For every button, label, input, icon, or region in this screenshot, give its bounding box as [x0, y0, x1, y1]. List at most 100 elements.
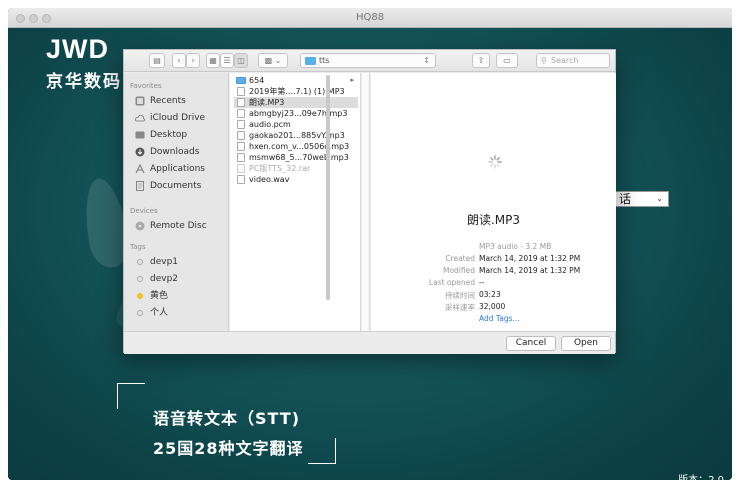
sidebar-item-label: Recents	[150, 96, 186, 106]
desktop-icon	[135, 131, 145, 139]
open-button[interactable]: Open	[561, 336, 611, 351]
loading-spinner-icon	[488, 155, 502, 169]
file-name: PC版TTS_32.rar	[249, 164, 311, 173]
tag-button[interactable]: ▭	[496, 53, 518, 68]
column-view-button[interactable]: ◫	[234, 53, 248, 68]
dialog-footer: Cancel Open	[124, 331, 615, 354]
file-name: hxen.com_v...0506c.mp3	[249, 142, 350, 151]
sidebar-item-downloads[interactable]: Downloads	[132, 145, 199, 159]
file-row[interactable]: video.wav	[234, 174, 358, 185]
title-bar: HQ88	[8, 8, 732, 28]
duration-label: 持续时间	[445, 291, 475, 300]
window-title: HQ88	[355, 12, 385, 23]
dialog-toolbar: ▤ ‹ › ▦ ☰ ◫ ▩ ⌄ tts ↕ ⇧ ▭ ⚲ Search	[124, 50, 615, 72]
icon-view-button[interactable]: ▦	[206, 53, 220, 68]
file-icon	[237, 98, 245, 107]
created-label: Created	[445, 254, 475, 263]
sidebar-item-label: 黄色	[150, 291, 169, 301]
file-name: abmgbyj23...09e7h.mp3	[249, 109, 348, 118]
file-icon	[237, 120, 245, 129]
file-row[interactable]: gaokao201...885vY.mp3	[234, 130, 358, 141]
sidebar-item-label: Documents	[150, 181, 202, 191]
sidebar-item-documents[interactable]: Documents	[132, 179, 201, 193]
last-opened-value: --	[479, 278, 485, 287]
sidebar-item-icloud[interactable]: iCloud Drive	[132, 111, 205, 125]
file-icon	[237, 87, 245, 96]
tag-dot-icon	[137, 276, 143, 282]
file-name: 2019年第....7.1) (1).MP3	[249, 87, 345, 96]
file-row[interactable]: 2019年第....7.1) (1).MP3	[234, 86, 358, 97]
tags-header: Tags	[130, 243, 146, 251]
search-icon: ⚲	[541, 56, 547, 65]
tag-dot-icon	[137, 310, 143, 316]
sidebar-tag-devp2[interactable]: devp2	[132, 272, 178, 286]
sample-rate-value: 32,000	[479, 302, 506, 311]
sidebar-tag-personal[interactable]: 个人	[132, 306, 168, 320]
preview-filename: 朗读.MP3	[466, 213, 521, 227]
dialog-sidebar: Favorites Recents iCloud Drive Desktop D…	[124, 73, 229, 331]
updown-icon: ↕	[423, 56, 430, 65]
file-name: audio.pcm	[249, 120, 291, 129]
file-row-selected[interactable]: 朗读.MP3	[234, 97, 358, 108]
disclosure-arrow-icon: ▸	[350, 76, 354, 84]
file-row-disabled: PC版TTS_32.rar	[234, 163, 358, 174]
file-row[interactable]: abmgbyj23...09e7h.mp3	[234, 108, 358, 119]
sidebar-item-remote-disc[interactable]: Remote Disc	[132, 219, 207, 233]
tag-dot-icon	[137, 293, 143, 299]
search-field[interactable]: ⚲ Search	[536, 53, 610, 68]
language-select-value: 话	[619, 192, 632, 206]
chevron-down-icon: ⌄	[656, 194, 663, 203]
brand-logo: JWD	[46, 34, 109, 64]
version-label: 版本：2.0	[678, 471, 724, 480]
sidebar-tag-devp1[interactable]: devp1	[132, 255, 178, 269]
sidebar-item-desktop[interactable]: Desktop	[132, 128, 187, 142]
share-button[interactable]: ⇧	[472, 53, 490, 68]
file-column: 654 ▸ 2019年第....7.1) (1).MP3 朗读.MP3 abmg…	[230, 73, 361, 331]
file-name: msmw68_5...70weL.mp3	[249, 153, 349, 162]
cloud-icon	[135, 114, 145, 122]
file-row[interactable]: audio.pcm	[234, 119, 358, 130]
file-icon	[237, 164, 245, 173]
cancel-button[interactable]: Cancel	[506, 336, 556, 351]
file-row[interactable]: hxen.com_v...0506c.mp3	[234, 141, 358, 152]
sidebar-tag-yellow[interactable]: 黄色	[132, 289, 168, 303]
add-tags-link[interactable]: Add Tags...	[479, 314, 520, 323]
file-icon	[237, 109, 245, 118]
file-row-folder[interactable]: 654 ▸	[234, 75, 358, 86]
file-name: video.wav	[249, 175, 290, 184]
file-row[interactable]: msmw68_5...70weL.mp3	[234, 152, 358, 163]
sidebar-item-label: Remote Disc	[150, 221, 207, 231]
modified-label: Modified	[442, 266, 475, 275]
file-column-scrollbar[interactable]	[326, 75, 330, 300]
sidebar-item-label: Applications	[150, 164, 205, 174]
back-button[interactable]: ‹	[172, 53, 186, 68]
location-label: tts	[319, 56, 330, 65]
group-button[interactable]: ▩ ⌄	[258, 53, 288, 68]
applications-icon	[135, 164, 145, 174]
list-view-button[interactable]: ☰	[220, 53, 234, 68]
forward-button[interactable]: ›	[186, 53, 200, 68]
promo-line-stt: 语音转文本（STT)	[153, 409, 301, 428]
file-name: 654	[249, 76, 265, 85]
folder-icon	[236, 77, 246, 84]
language-select[interactable]: 话 ⌄	[615, 191, 669, 207]
preview-kind: MP3 audio - 3.2 MB	[479, 242, 552, 251]
file-preview-pane: 朗读.MP3 MP3 audio - 3.2 MB Created March …	[371, 73, 616, 331]
file-name: 朗读.MP3	[249, 98, 285, 107]
devices-header: Devices	[130, 207, 158, 215]
location-popup[interactable]: tts ↕	[300, 53, 436, 68]
file-icon	[237, 175, 245, 184]
sample-rate-label: 采样速率	[445, 303, 475, 312]
sidebar-toggle-button[interactable]: ▤	[149, 53, 165, 68]
promo-line-translate: 25国28种文字翻译	[153, 439, 304, 458]
created-value: March 14, 2019 at 1:32 PM	[479, 254, 581, 263]
empty-column	[362, 73, 370, 331]
sidebar-item-recents[interactable]: Recents	[132, 94, 186, 108]
folder-icon	[305, 57, 316, 65]
brand-logo-cn: 京华数码	[46, 72, 122, 92]
search-placeholder: Search	[551, 56, 579, 65]
file-icon	[237, 131, 245, 140]
file-name: gaokao201...885vY.mp3	[249, 131, 345, 140]
file-icon	[237, 153, 245, 162]
sidebar-item-applications[interactable]: Applications	[132, 162, 205, 176]
